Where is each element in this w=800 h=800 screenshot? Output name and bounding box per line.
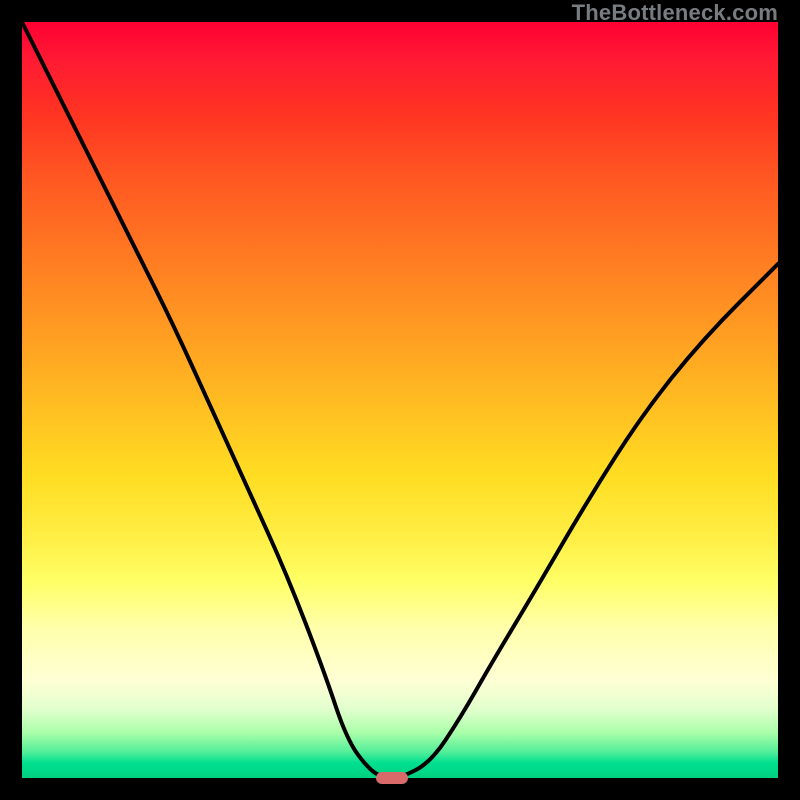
- watermark-label: TheBottleneck.com: [572, 0, 778, 26]
- optimal-marker: [376, 772, 408, 784]
- bottleneck-curve: [22, 22, 778, 778]
- plot-area: [22, 22, 778, 778]
- chart-stage: TheBottleneck.com: [0, 0, 800, 800]
